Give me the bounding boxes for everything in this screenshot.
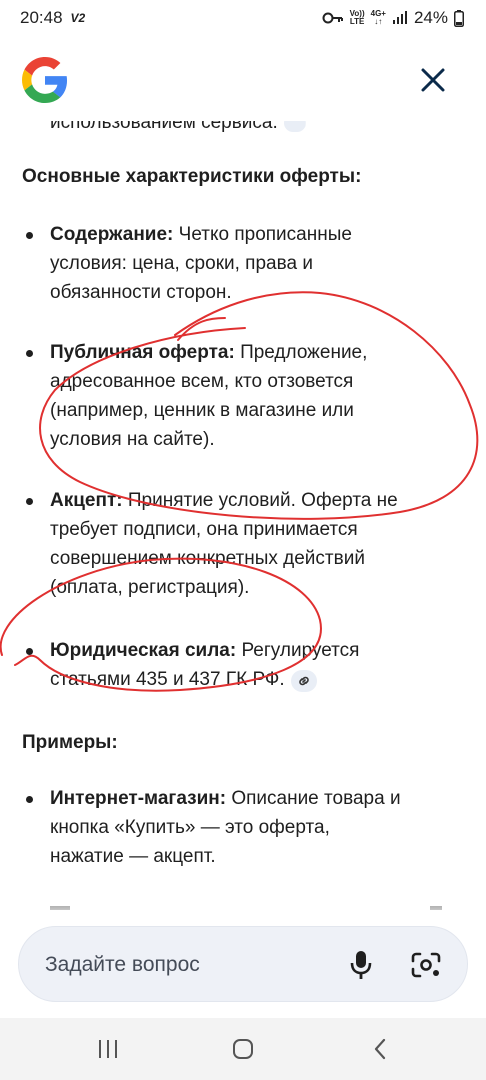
ask-input-placeholder[interactable]: Задайте вопрос (45, 953, 200, 977)
network-indicator: 4G+ ↓↑ (371, 10, 386, 26)
clipped-text-line: использованием сервиса. (50, 112, 306, 134)
section-heading-examples: Примеры: (22, 732, 118, 753)
back-button[interactable] (360, 1032, 400, 1066)
line: Принятие условий. Оферта не (127, 490, 398, 511)
home-button[interactable] (223, 1032, 263, 1066)
list-item: Содержание: Четко прописанные условия: це… (22, 220, 462, 307)
status-bar: 20:48 V2 Vo)) LTE 4G+ ↓↑ 24% (0, 0, 486, 36)
list-item: Интернет-магазин: Описание товара и кнопк… (22, 784, 462, 871)
status-time: 20:48 (20, 8, 63, 27)
status-carrier-tag: V2 (70, 11, 86, 25)
list-item-text: Интернет-магазин: Описание товара и кнопк… (50, 784, 462, 871)
lens-icon (411, 952, 441, 978)
clipped-text: использованием сервиса. (50, 112, 278, 133)
system-nav-bar (0, 1018, 486, 1080)
close-icon (421, 68, 445, 92)
line: обязанности сторон. (50, 282, 232, 303)
ask-input-bar[interactable]: Задайте вопрос (18, 926, 468, 1002)
bullet-dot (26, 796, 33, 803)
list-item-term: Акцепт: (50, 490, 123, 511)
bullet-dot (26, 350, 33, 357)
line: Регулируется (241, 640, 360, 661)
line: нажатие — акцепт. (50, 846, 216, 867)
line: условия на сайте). (50, 429, 215, 450)
line: (например, ценник в магазине или (50, 400, 354, 421)
mic-icon (350, 951, 372, 979)
section-heading-characteristics: Основные характеристики оферты: (22, 166, 362, 187)
line: Четко прописанные (178, 224, 352, 245)
list-item-term: Публичная оферта: (50, 342, 235, 363)
line: адресованное всем, кто отзовется (50, 371, 354, 392)
status-icons: Vo)) LTE 4G+ ↓↑ 24% (322, 8, 464, 28)
key-icon (322, 12, 343, 24)
google-logo[interactable] (22, 57, 68, 103)
content-fade (0, 880, 486, 920)
back-icon (374, 1038, 386, 1060)
line: Предложение, (240, 342, 368, 363)
list-item: Акцепт: Принятие условий. Оферта не требу… (22, 486, 462, 602)
recents-button[interactable] (88, 1032, 128, 1066)
list-item-term: Интернет-магазин: (50, 788, 227, 809)
line: кнопка «Купить» — это оферта, (50, 817, 330, 838)
list-item: Юридическая сила: Регулируется статьями 4… (22, 636, 462, 694)
line: статьями 435 и 437 ГК РФ. (50, 669, 285, 690)
line: совершением конкретных действий (50, 548, 365, 569)
link-icon (298, 676, 309, 686)
close-button[interactable] (412, 59, 454, 101)
line: условия: цена, сроки, права и (50, 253, 313, 274)
list-item-text: Публичная оферта: Предложение, адресованн… (50, 338, 462, 454)
source-link-chip[interactable] (290, 670, 317, 692)
source-chip[interactable] (283, 121, 306, 132)
list-item-term: Юридическая сила: (50, 640, 237, 661)
bullet-dot (26, 232, 33, 239)
app-header (0, 46, 486, 116)
line: требует подписи, она принимается (50, 519, 358, 540)
lens-button[interactable] (405, 945, 447, 985)
home-icon (233, 1039, 253, 1059)
list-item-text: Содержание: Четко прописанные условия: це… (50, 220, 462, 307)
line: Описание товара и (231, 788, 401, 809)
bullet-dot (26, 648, 33, 655)
bullet-dot (26, 498, 33, 505)
volte-bottom: LTE (349, 17, 365, 26)
volte-indicator: Vo)) LTE (350, 10, 365, 26)
line: (оплата, регистрация). (50, 577, 250, 598)
list-item-text: Акцепт: Принятие условий. Оферта не требу… (50, 486, 462, 602)
battery-percent: 24% (413, 8, 448, 27)
list-item-text: Юридическая сила: Регулируется статьями 4… (50, 636, 462, 694)
answer-content: использованием сервиса. Основные характе… (0, 110, 486, 920)
recents-icon (99, 1040, 117, 1058)
data-arrows-icon: ↓↑ (374, 17, 383, 26)
signal-icon (392, 11, 407, 24)
mic-button[interactable] (341, 945, 381, 985)
battery-icon (454, 9, 464, 27)
list-item: Публичная оферта: Предложение, адресованн… (22, 338, 462, 454)
list-item-term: Содержание: (50, 224, 174, 245)
